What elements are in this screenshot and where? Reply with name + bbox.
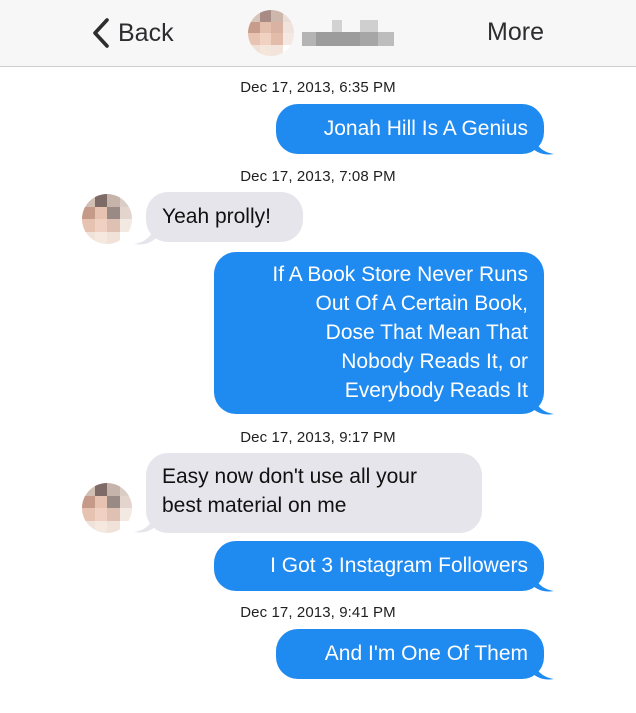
message-text: Yeah prolly! [162, 205, 271, 228]
timestamp: Dec 17, 2013, 9:17 PM [240, 429, 396, 446]
bubble-tail [532, 659, 554, 680]
contact-avatar[interactable] [248, 10, 294, 56]
back-button[interactable]: Back [88, 14, 174, 52]
message-text: Easy now don't use all your [162, 465, 417, 488]
message-text: Everybody Reads It [344, 379, 528, 402]
more-button[interactable]: More [487, 18, 544, 47]
timestamp: Dec 17, 2013, 9:41 PM [240, 604, 396, 621]
contact-avatar[interactable] [82, 483, 132, 533]
timestamp: Dec 17, 2013, 7:08 PM [240, 168, 396, 185]
message-text: best material on me [162, 494, 347, 517]
outgoing-message[interactable]: Jonah Hill Is A Genius [276, 104, 544, 154]
chevron-left-icon [93, 18, 109, 48]
message-text: I Got 3 Instagram Followers [270, 554, 528, 577]
message-text: Dose That Mean That [325, 321, 528, 344]
message-text: Jonah Hill Is A Genius [323, 117, 528, 140]
outgoing-message[interactable]: If A Book Store Never Runs Out Of A Cert… [214, 252, 544, 414]
incoming-message[interactable]: Yeah prolly! [146, 192, 303, 242]
contact-name-redacted [302, 20, 394, 50]
bubble-tail [532, 394, 554, 415]
message-text: Nobody Reads It, or [341, 350, 528, 373]
message-text: If A Book Store Never Runs [272, 263, 528, 286]
nav-bar: Back More [0, 0, 636, 67]
incoming-message[interactable]: Easy now don't use all your best materia… [146, 453, 482, 533]
bubble-tail [532, 134, 554, 155]
outgoing-message[interactable]: I Got 3 Instagram Followers [214, 541, 544, 591]
contact-avatar[interactable] [82, 194, 132, 244]
timestamp: Dec 17, 2013, 6:35 PM [240, 79, 396, 96]
bubble-tail [532, 571, 554, 592]
message-text: Out Of A Certain Book, [315, 292, 528, 315]
back-label: Back [118, 18, 174, 47]
outgoing-message[interactable]: And I'm One Of Them [276, 629, 544, 679]
message-text: And I'm One Of Them [324, 642, 528, 665]
